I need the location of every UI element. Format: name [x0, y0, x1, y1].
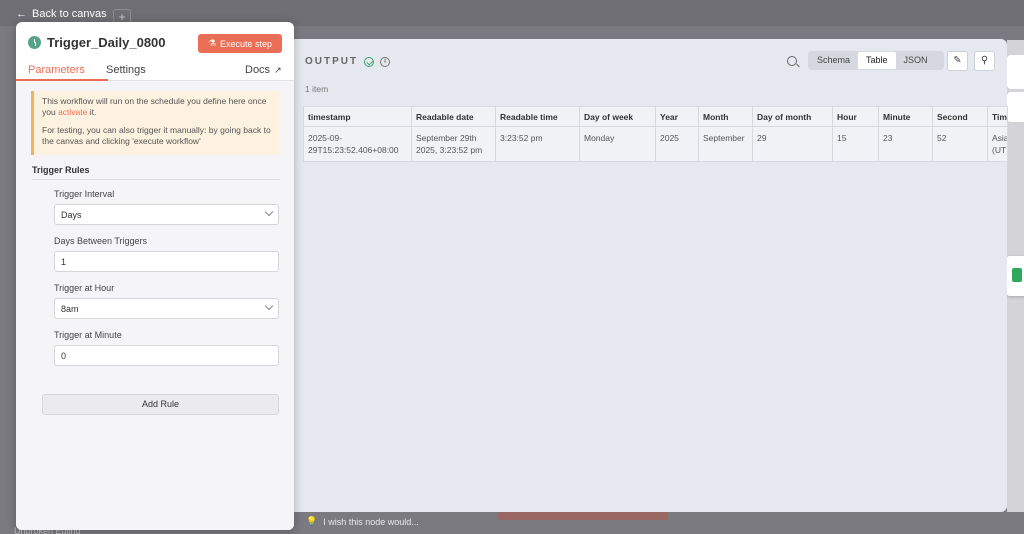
edit-output-button[interactable]: ✎: [947, 51, 968, 71]
trigger-interval-value: Days: [61, 210, 82, 220]
tab-json[interactable]: JSON: [896, 52, 936, 69]
node-title[interactable]: Trigger_Daily_0800: [47, 35, 166, 50]
column-header[interactable]: Hour: [832, 106, 879, 127]
docs-label: Docs: [245, 64, 271, 76]
trigger-at-hour-value: 8am: [61, 304, 79, 314]
cell-second: 52: [932, 126, 988, 162]
column-header[interactable]: Day of month: [752, 106, 833, 127]
external-link-icon: ↗: [274, 64, 282, 75]
clock-icon: [28, 36, 41, 49]
trigger-interval-select[interactable]: Days: [54, 204, 279, 225]
table-row: 2025-09-29T15:23:52.406+08:00 September …: [303, 126, 1008, 162]
next-node-tab[interactable]: [1006, 256, 1024, 296]
cell-readable-date: September 29th 2025, 3:23:52 pm: [411, 126, 496, 162]
output-title: OUTPUT: [305, 56, 359, 67]
cell-minute: 23: [878, 126, 933, 162]
canvas-node-partial[interactable]: [1007, 55, 1024, 89]
node-header: Trigger_Daily_0800 ⚗ Execute step Parame…: [16, 22, 294, 81]
back-to-canvas-link[interactable]: ← Back to canvas: [16, 8, 107, 20]
chevron-down-icon: [264, 301, 274, 311]
days-between-triggers-label: Days Between Triggers: [54, 236, 148, 246]
schedule-notice: This workflow will run on the schedule y…: [31, 91, 279, 155]
column-header[interactable]: Year: [655, 106, 699, 127]
info-icon[interactable]: i: [380, 56, 391, 67]
sheets-icon: [1012, 268, 1022, 282]
items-count: 1 item: [305, 84, 329, 94]
pin-output-button[interactable]: ⚲: [974, 51, 995, 71]
cell-day-of-week: Monday: [579, 126, 656, 162]
back-to-canvas-label: Back to canvas: [32, 8, 107, 20]
notice-line-2: For testing, you can also trigger it man…: [42, 125, 271, 146]
days-between-triggers-input[interactable]: 1: [54, 251, 279, 272]
cell-readable-time: 3:23:52 pm: [495, 126, 580, 162]
trigger-at-minute-input[interactable]: 0: [54, 345, 279, 366]
node-parameters-panel: Trigger_Daily_0800 ⚗ Execute step Parame…: [16, 22, 294, 530]
section-divider: [32, 179, 280, 180]
execute-step-label: Execute step: [220, 38, 273, 49]
column-header[interactable]: Minute: [878, 106, 933, 127]
cell-timezone: Asia (UT: [987, 126, 1008, 162]
cell-year: 2025: [655, 126, 699, 162]
trigger-interval-label: Trigger Interval: [54, 189, 115, 199]
tab-table[interactable]: Table: [858, 52, 896, 69]
tab-parameters[interactable]: Parameters: [28, 64, 85, 76]
trigger-at-hour-select[interactable]: 8am: [54, 298, 279, 319]
search-icon[interactable]: [787, 56, 797, 66]
output-header: OUTPUT i: [305, 56, 391, 67]
trigger-at-hour-label: Trigger at Hour: [54, 283, 115, 293]
days-between-triggers-value: 1: [61, 257, 67, 267]
feedback-hint-label: I wish this node would...: [323, 516, 419, 527]
tab-schema[interactable]: Schema: [809, 52, 858, 69]
column-header[interactable]: Tim: [987, 106, 1008, 127]
trigger-at-minute-label: Trigger at Minute: [54, 330, 122, 340]
column-header[interactable]: Readable date: [411, 106, 496, 127]
cell-timestamp: 2025-09-29T15:23:52.406+08:00: [303, 126, 412, 162]
column-header[interactable]: timestamp: [303, 106, 412, 127]
canvas-node-partial[interactable]: [1007, 92, 1024, 122]
cell-hour: 15: [832, 126, 879, 162]
trigger-rules-title: Trigger Rules: [32, 165, 90, 175]
canvas-node-partial: [498, 512, 668, 520]
chevron-down-icon: [264, 207, 274, 217]
column-header[interactable]: Day of week: [579, 106, 656, 127]
activate-link[interactable]: activate: [58, 107, 87, 117]
cell-month: September: [698, 126, 753, 162]
pin-icon: ⚲: [980, 55, 989, 66]
column-header[interactable]: Second: [932, 106, 988, 127]
column-header[interactable]: Month: [698, 106, 753, 127]
cell-day-of-month: 29: [752, 126, 833, 162]
trigger-at-minute-value: 0: [61, 351, 67, 361]
execute-step-button[interactable]: ⚗ Execute step: [198, 34, 282, 53]
view-switcher: Schema Table JSON: [808, 51, 944, 70]
table-header-row: timestamp Readable date Readable time Da…: [303, 106, 1008, 127]
feedback-hint[interactable]: 💡 I wish this node would...: [306, 516, 419, 527]
parameters-body: This workflow will run on the schedule y…: [16, 81, 294, 530]
notice-line-1: This workflow will run on the schedule y…: [42, 96, 267, 117]
lightbulb-icon: 💡: [306, 516, 318, 526]
docs-link[interactable]: Docs ↗: [245, 64, 282, 76]
pencil-icon: ✎: [953, 55, 962, 66]
success-check-icon: [364, 56, 375, 67]
arrow-left-icon: ←: [16, 8, 27, 20]
add-rule-button[interactable]: Add Rule: [42, 394, 279, 415]
output-panel: OUTPUT i Schema Table JSON ✎ ⚲ 1 item ti…: [294, 39, 1008, 512]
tab-settings[interactable]: Settings: [106, 64, 146, 76]
output-table: timestamp Readable date Readable time Da…: [303, 106, 1008, 162]
flask-icon: ⚗: [207, 38, 217, 48]
column-header[interactable]: Readable time: [495, 106, 580, 127]
